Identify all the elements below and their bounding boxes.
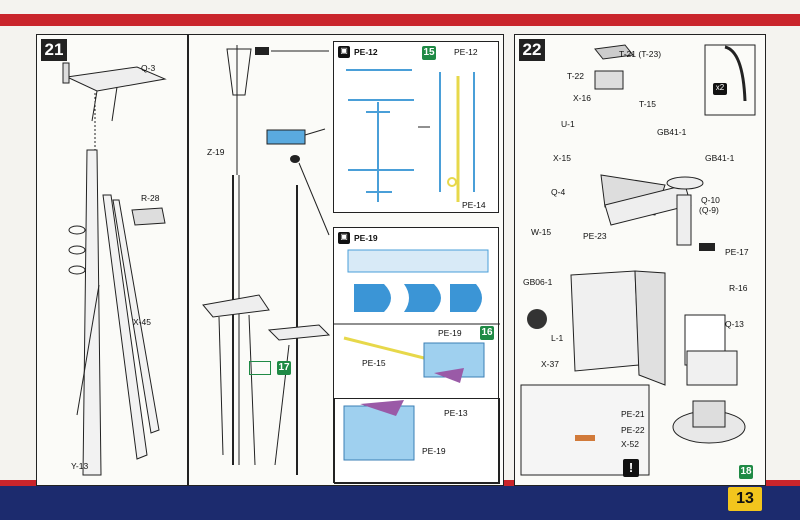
label-x37: X-37	[541, 359, 559, 369]
label-u1: U-1	[561, 119, 575, 129]
arrow-icon	[249, 361, 271, 375]
mast-drawing	[62, 62, 167, 476]
pe19-box: ▣ PE-19 PE-19 16 PE-15 PE-13 PE-19	[333, 227, 500, 484]
pe19-part-label: PE-19	[438, 328, 462, 338]
label-t22: T-22	[567, 71, 585, 81]
label-l1: L-1	[551, 333, 564, 343]
pe15-label: PE-15	[362, 358, 386, 368]
label-pe22: PE-22	[621, 425, 645, 435]
label-t21: T-21 (T-23)	[619, 49, 662, 59]
pe19c-label: PE-19	[422, 446, 446, 456]
label-gb06: GB06-1	[523, 277, 553, 287]
step-21-panel: 21 Q-3 R-28 X-45 Y-13	[36, 34, 188, 486]
label-x52: X-52	[621, 439, 639, 449]
pe12-drawing	[346, 69, 475, 202]
pe12-box: ▣ PE-12 15 PE-12 PE-14	[333, 41, 499, 213]
label-z19: Z-19	[207, 147, 225, 157]
label-x45: X-45	[133, 317, 151, 327]
label-w15: W-15	[531, 227, 552, 237]
label-q10: Q-10	[701, 195, 720, 205]
label-gb41a: GB41-1	[657, 127, 687, 137]
label-r28: R-28	[141, 193, 160, 203]
label-pe17: PE-17	[725, 247, 749, 257]
pe13-label: PE-13	[444, 408, 468, 418]
step-22-panel: 22 T-21 (T-23) T-22 X-16 T-15 U-1 GB41-1…	[514, 34, 766, 486]
quantity-badge: x2	[713, 83, 727, 95]
label-pe21: PE-21	[621, 409, 645, 419]
label-q9: (Q-9)	[699, 205, 719, 215]
label-q3: Q-3	[141, 63, 156, 73]
label-r16: R-16	[729, 283, 748, 293]
label-t15: T-15	[639, 99, 657, 109]
pe13-subbox	[334, 398, 500, 484]
label-gb41b: GB41-1	[705, 153, 735, 163]
label-q4: Q-4	[551, 187, 566, 197]
label-x16: X-16	[573, 93, 591, 103]
page-number: 13	[728, 487, 762, 511]
label-x15: X-15	[553, 153, 571, 163]
sub-step-16: 16	[480, 326, 494, 340]
sub-step-17: 17	[277, 361, 291, 375]
caution-icon: !	[623, 459, 639, 477]
top-band	[0, 0, 800, 26]
label-y13: Y-13	[71, 461, 89, 471]
label-pe23: PE-23	[583, 231, 607, 241]
label-q13: Q-13	[725, 319, 744, 329]
sub-step-18: 18	[739, 465, 753, 479]
pe14-label: PE-14	[462, 200, 486, 210]
step-21-detail-panel: Z-19 17 ▣ PE-12 15 PE-12 PE-14 ▣ PE-19 P…	[188, 34, 504, 486]
